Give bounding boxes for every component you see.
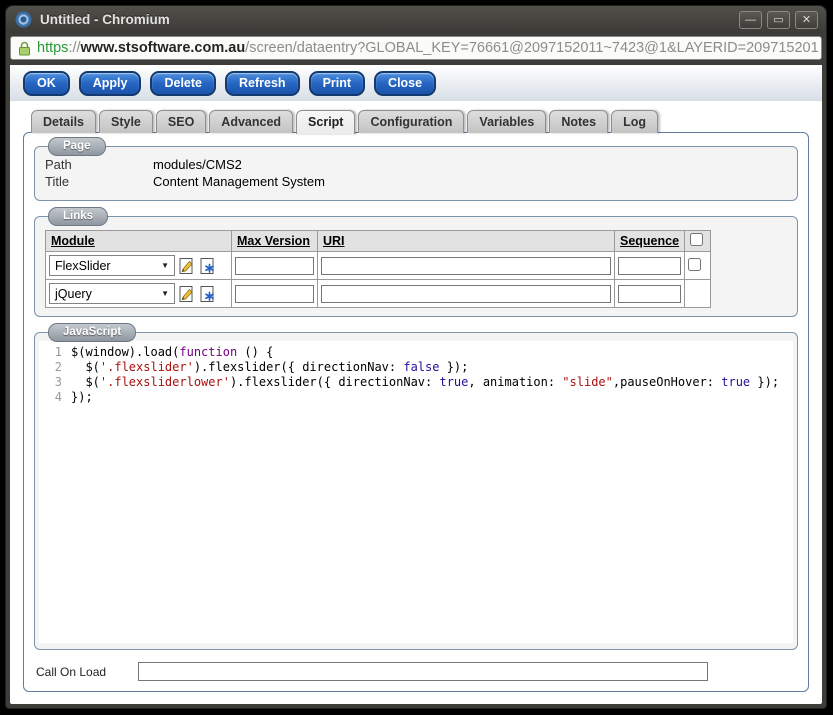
- line-number: 1: [39, 345, 71, 360]
- chromium-icon: [15, 11, 32, 28]
- call-on-load-row: Call On Load: [36, 662, 796, 681]
- print-button[interactable]: Print: [309, 71, 365, 96]
- page-legend: Page: [48, 137, 106, 156]
- apply-button[interactable]: Apply: [79, 71, 142, 96]
- page-path-row: Path modules/CMS2: [45, 156, 787, 173]
- url-separator: ://: [68, 40, 80, 56]
- title-label: Title: [45, 173, 153, 190]
- module-select[interactable]: FlexSlider▼: [49, 255, 175, 276]
- edit-icon[interactable]: [178, 285, 196, 303]
- chevron-down-icon: ▼: [161, 261, 169, 270]
- page-viewport: OK Apply Delete Refresh Print Close Deta…: [10, 65, 822, 704]
- edit-icon[interactable]: [178, 257, 196, 275]
- delete-button[interactable]: Delete: [150, 71, 216, 96]
- select-all-checkbox[interactable]: [690, 233, 703, 246]
- tab-bar: Details Style SEO Advanced Script Config…: [10, 110, 822, 133]
- refresh-button[interactable]: Refresh: [225, 71, 300, 96]
- javascript-fieldset: JavaScript 1 $(window).load(function () …: [34, 332, 798, 650]
- ok-button[interactable]: OK: [23, 71, 70, 96]
- url-domain: www.stsoftware.com.au: [81, 40, 246, 56]
- call-on-load-label: Call On Load: [36, 665, 138, 679]
- code-editor[interactable]: 1 $(window).load(function () { 2 $('.fle…: [39, 341, 793, 643]
- row-select-checkbox[interactable]: [688, 258, 701, 271]
- minimize-button[interactable]: —: [739, 11, 762, 29]
- tab-script[interactable]: Script: [296, 110, 355, 134]
- tab-notes[interactable]: Notes: [549, 110, 608, 133]
- module-header: Module: [46, 231, 232, 252]
- padlock-icon: [18, 41, 31, 56]
- links-table: Module Max Version URI Sequence FlexSlid…: [45, 230, 711, 308]
- links-row-flexslider: FlexSlider▼: [46, 252, 711, 280]
- tab-seo[interactable]: SEO: [156, 110, 206, 133]
- url-scheme: https: [37, 40, 68, 56]
- links-row-jquery: jQuery▼: [46, 280, 711, 308]
- urlbar-row: https://www.stsoftware.com.au/screen/dat…: [6, 33, 826, 64]
- code-line: 1 $(window).load(function () {: [39, 345, 793, 360]
- tab-details[interactable]: Details: [31, 110, 96, 133]
- page-title-row: Title Content Management System: [45, 173, 787, 190]
- close-window-button[interactable]: ✕: [795, 11, 818, 29]
- new-record-icon[interactable]: [199, 257, 217, 275]
- maximize-button[interactable]: ▭: [767, 11, 790, 29]
- max-version-header: Max Version: [232, 231, 318, 252]
- address-bar[interactable]: https://www.stsoftware.com.au/screen/dat…: [10, 36, 822, 60]
- page-fieldset: Page Path modules/CMS2 Title Content Man…: [34, 146, 798, 201]
- tab-log[interactable]: Log: [611, 110, 658, 133]
- uri-header: URI: [318, 231, 615, 252]
- tab-variables[interactable]: Variables: [467, 110, 546, 133]
- title-value: Content Management System: [153, 173, 325, 190]
- sequence-header: Sequence: [615, 231, 685, 252]
- links-header-row: Module Max Version URI Sequence: [46, 231, 711, 252]
- sequence-input[interactable]: [618, 257, 681, 275]
- links-legend: Links: [48, 207, 108, 226]
- select-all-header: [685, 231, 711, 252]
- tab-advanced[interactable]: Advanced: [209, 110, 293, 133]
- uri-input[interactable]: [321, 285, 611, 303]
- url-path: /screen/dataentry?GLOBAL_KEY=76661@20971…: [245, 40, 818, 56]
- links-fieldset: Links Module Max Version URI Sequence: [34, 216, 798, 317]
- code-line: 2 $('.flexslider').flexslider({ directio…: [39, 360, 793, 375]
- call-on-load-input[interactable]: [138, 662, 708, 681]
- max-version-input[interactable]: [235, 257, 314, 275]
- script-tab-panel: Page Path modules/CMS2 Title Content Man…: [23, 132, 809, 692]
- line-number: 2: [39, 360, 71, 375]
- module-select[interactable]: jQuery▼: [49, 283, 175, 304]
- max-version-input[interactable]: [235, 285, 314, 303]
- code-line: 4 });: [39, 390, 793, 405]
- window-title: Untitled - Chromium: [40, 12, 170, 27]
- tab-configuration[interactable]: Configuration: [358, 110, 464, 133]
- uri-input[interactable]: [321, 257, 611, 275]
- browser-window: Untitled - Chromium — ▭ ✕ https://www.st…: [5, 5, 827, 709]
- new-record-icon[interactable]: [199, 285, 217, 303]
- line-number: 3: [39, 375, 71, 390]
- path-value: modules/CMS2: [153, 156, 242, 173]
- action-button-row: OK Apply Delete Refresh Print Close: [10, 65, 822, 101]
- path-label: Path: [45, 156, 153, 173]
- close-button[interactable]: Close: [374, 71, 436, 96]
- tab-style[interactable]: Style: [99, 110, 153, 133]
- code-line: 3 $('.flexsliderlower').flexslider({ dir…: [39, 375, 793, 390]
- javascript-legend: JavaScript: [48, 323, 136, 342]
- chevron-down-icon: ▼: [161, 289, 169, 298]
- titlebar: Untitled - Chromium — ▭ ✕: [6, 6, 826, 33]
- empty-checkbox-cell: [685, 280, 711, 308]
- sequence-input[interactable]: [618, 285, 681, 303]
- line-number: 4: [39, 390, 71, 405]
